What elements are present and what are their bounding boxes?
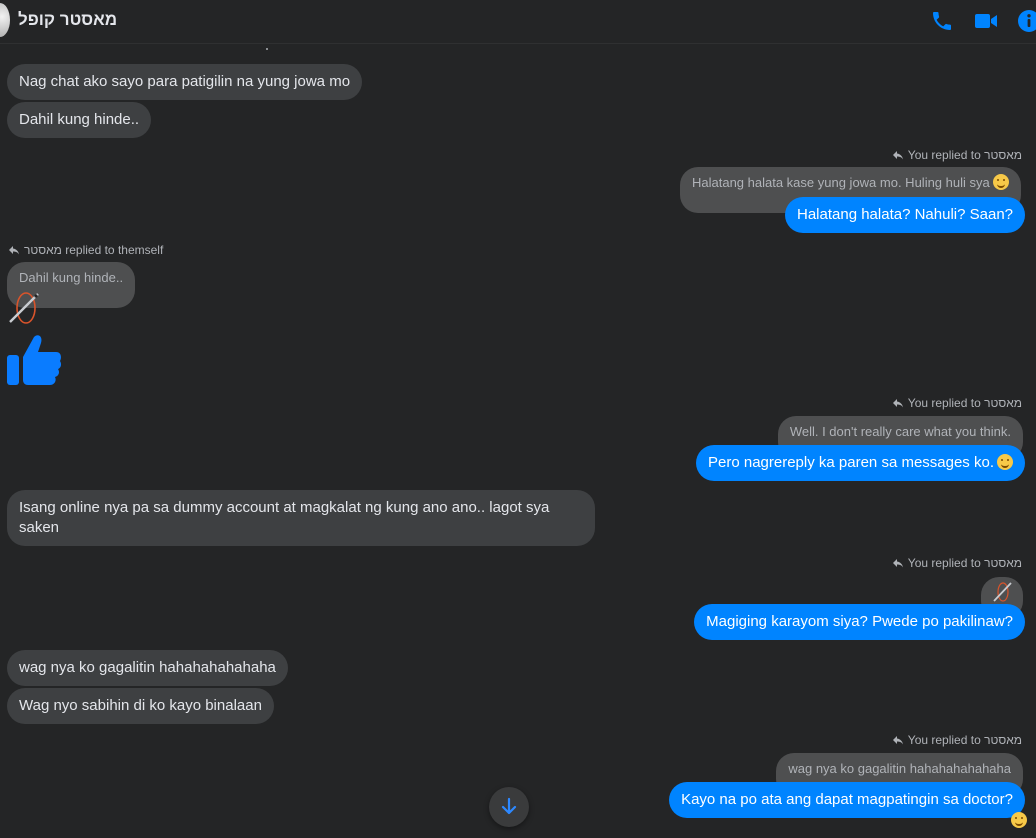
outgoing-message[interactable]: Pero nagrereply ka paren sa messages ko.: [696, 445, 1025, 481]
needle-emoji-icon: [993, 582, 1012, 602]
outgoing-text: Pero nagrereply ka paren sa messages ko.: [708, 454, 994, 471]
reply-icon: [892, 151, 903, 160]
incoming-message[interactable]: wag nya ko gagalitin hahahahahahaha: [7, 650, 288, 686]
chat-header: מאסטר קופל: [0, 0, 1036, 44]
reply-meta-text: You replied to מאסטר: [907, 396, 1022, 410]
video-icon[interactable]: [974, 9, 998, 33]
reply-meta: You replied to מאסטר: [892, 733, 1022, 747]
grin-emoji-icon: [1011, 812, 1027, 828]
incoming-message[interactable]: Dahil kung hinde..: [7, 102, 152, 138]
incoming-message[interactable]: Wag nyo sabihin di ko kayo binalaan: [7, 688, 274, 724]
smile-emoji-icon: [997, 454, 1013, 470]
reply-meta-text: You replied to מאסטר: [907, 148, 1022, 162]
info-icon[interactable]: [1017, 9, 1036, 33]
reply-meta-text: מאסטר replied to themself: [24, 243, 164, 257]
laughing-emoji-icon: [992, 174, 1009, 190]
thumbs-up-icon[interactable]: [6, 331, 62, 387]
outgoing-message[interactable]: Magiging karayom siya? Pwede po pakilina…: [694, 604, 1025, 640]
reply-icon: [9, 246, 19, 255]
message-line: Isang online nya pa sa dummy account at …: [19, 499, 550, 516]
reply-meta: You replied to מאסטר: [892, 148, 1022, 162]
reply-meta-text: You replied to מאסטר: [907, 556, 1022, 570]
scroll-to-bottom-button[interactable]: [489, 787, 529, 827]
reply-meta: מאסטר replied to themself: [8, 243, 163, 257]
reply-meta-text: You replied to מאסטר: [907, 733, 1022, 747]
reply-meta: You replied to מאסטר: [892, 556, 1022, 570]
reply-icon: [892, 399, 903, 408]
quoted-text: Halatang halata kase yung jowa mo. Hulin…: [692, 175, 990, 190]
reply-icon: [892, 736, 903, 745]
avatar[interactable]: [0, 3, 10, 37]
outgoing-message[interactable]: Kayo na po ata ang dapat magpatingin sa …: [669, 782, 1025, 818]
reply-meta: You replied to מאסטר: [892, 396, 1022, 410]
divider-dot: [266, 48, 268, 50]
reply-icon: [892, 559, 903, 568]
chat-title[interactable]: מאסטר קופל: [18, 10, 117, 30]
message-line: saken: [19, 519, 60, 536]
incoming-message[interactable]: Isang online nya pa sa dummy account at …: [7, 490, 595, 546]
incoming-message[interactable]: Nag chat ako sayo para patigilin na yung…: [7, 64, 363, 100]
needle-emoji-icon[interactable]: [6, 290, 42, 326]
phone-icon[interactable]: [930, 9, 954, 33]
arrow-down-icon: [501, 797, 517, 815]
outgoing-message[interactable]: Halatang halata? Nahuli? Saan?: [785, 197, 1025, 233]
